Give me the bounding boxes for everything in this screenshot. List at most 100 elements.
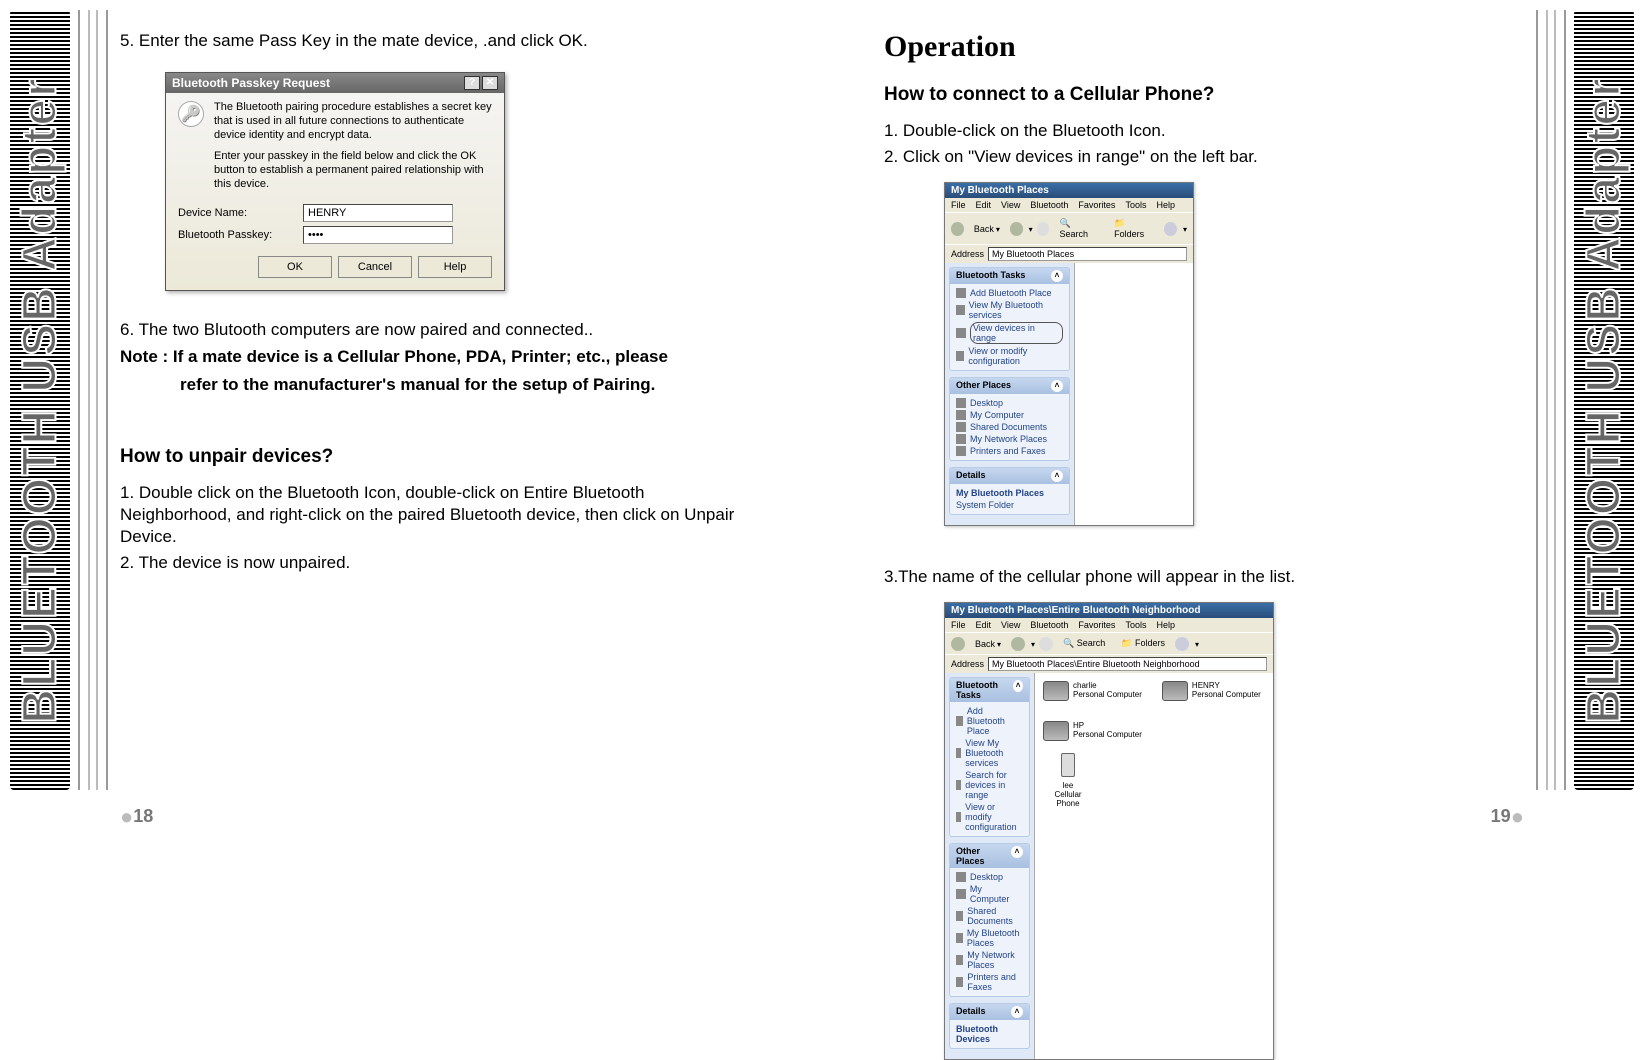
fig2-toolbar: Back 🔍 Search 📁 Folders <box>945 632 1273 654</box>
menu-item[interactable]: File <box>951 620 966 630</box>
forward-dropdown[interactable] <box>1029 639 1035 649</box>
help-button[interactable]: Help <box>418 256 492 278</box>
task-item[interactable]: Add Bluetooth Place <box>956 287 1063 299</box>
place-item[interactable]: My Bluetooth Places <box>956 927 1023 949</box>
task-item[interactable]: View My Bluetooth services <box>956 299 1063 321</box>
cell-step-2: 2. Click on "View devices in range" on t… <box>884 146 1514 168</box>
page-19: Operation How to connect to a Cellular P… <box>884 20 1524 860</box>
place-item[interactable]: Shared Documents <box>956 421 1063 433</box>
details-line: System Folder <box>956 499 1063 511</box>
forward-icon[interactable] <box>1011 637 1025 651</box>
menu-item[interactable]: Bluetooth <box>1030 200 1068 210</box>
back-icon[interactable] <box>951 222 964 236</box>
place-item[interactable]: Printers and Faxes <box>956 971 1023 993</box>
collapse-icon[interactable]: ˄ <box>1051 270 1063 282</box>
place-item[interactable]: Desktop <box>956 397 1063 409</box>
up-icon[interactable] <box>1037 222 1050 236</box>
menu-item[interactable]: Help <box>1156 200 1175 210</box>
views-icon[interactable] <box>1175 637 1189 651</box>
passkey-field[interactable] <box>303 226 453 244</box>
ok-button[interactable]: OK <box>258 256 332 278</box>
collapse-icon[interactable]: ˄ <box>1011 846 1023 858</box>
unpair-step-1: 1. Double click on the Bluetooth Icon, d… <box>120 482 750 548</box>
device-item[interactable]: charliePersonal Computer <box>1043 681 1142 701</box>
menu-item[interactable]: Favorites <box>1078 200 1115 210</box>
search-button[interactable]: 🔍 Search <box>1057 636 1111 651</box>
place-item[interactable]: My Computer <box>956 883 1023 905</box>
search-icon <box>956 328 966 338</box>
collapse-icon[interactable]: ˄ <box>1051 470 1063 482</box>
place-item[interactable]: Desktop <box>956 871 1023 883</box>
dialog-titlebar: Bluetooth Passkey Request ? ✕ <box>166 73 504 93</box>
panel-heading: Other Places <box>956 380 1011 392</box>
passkey-dialog: Bluetooth Passkey Request ? ✕ The Blueto… <box>165 72 505 291</box>
forward-dropdown[interactable] <box>1027 224 1033 234</box>
operation-title: Operation <box>884 30 1514 64</box>
task-item[interactable]: View My Bluetooth services <box>956 737 1023 769</box>
network-icon <box>956 955 963 965</box>
address-label: Address <box>951 659 984 669</box>
search-icon <box>956 780 961 790</box>
gear-icon <box>956 351 964 361</box>
cancel-button[interactable]: Cancel <box>338 256 412 278</box>
collapse-icon[interactable]: ˄ <box>1013 680 1023 692</box>
menu-item[interactable]: Tools <box>1125 200 1146 210</box>
search-button[interactable]: 🔍 Search <box>1053 216 1104 241</box>
menu-item[interactable]: Edit <box>976 200 992 210</box>
views-dropdown[interactable] <box>1193 639 1199 649</box>
place-item[interactable]: Shared Documents <box>956 905 1023 927</box>
close-titlebar-button[interactable]: ✕ <box>482 76 498 90</box>
task-item[interactable]: View or modify configuration <box>956 345 1063 367</box>
folder-icon <box>956 911 963 921</box>
printer-icon <box>956 977 963 987</box>
back-button[interactable]: Back <box>968 222 1006 236</box>
panel-heading: Details <box>956 470 986 482</box>
menu-item[interactable]: View <box>1001 620 1020 630</box>
fig1-content-pane <box>1075 263 1193 525</box>
views-icon[interactable] <box>1164 222 1177 236</box>
collapse-icon[interactable]: ˄ <box>1011 1006 1023 1018</box>
computer-icon <box>956 410 966 420</box>
back-button[interactable]: Back <box>969 637 1007 651</box>
device-name-field[interactable] <box>303 204 453 222</box>
place-icon <box>956 716 963 726</box>
device-item[interactable]: leeCellular Phone <box>1043 747 1093 808</box>
menu-item[interactable]: Help <box>1156 620 1175 630</box>
left-rule-decor <box>78 10 108 790</box>
right-rule-decor <box>1536 10 1566 790</box>
device-item[interactable]: HENRYPersonal Computer <box>1162 681 1261 701</box>
printer-icon <box>956 446 966 456</box>
up-icon[interactable] <box>1039 637 1053 651</box>
views-dropdown[interactable] <box>1181 224 1187 234</box>
menu-item[interactable]: Bluetooth <box>1030 620 1068 630</box>
task-item[interactable]: Add Bluetooth Place <box>956 705 1023 737</box>
computer-icon <box>956 889 966 899</box>
help-titlebar-button[interactable]: ? <box>464 76 480 90</box>
back-icon[interactable] <box>951 637 965 651</box>
menu-item[interactable]: Tools <box>1125 620 1146 630</box>
menu-item[interactable]: Favorites <box>1078 620 1115 630</box>
place-item[interactable]: My Network Places <box>956 949 1023 971</box>
place-item[interactable]: My Computer <box>956 409 1063 421</box>
folders-button[interactable]: 📁 Folders <box>1108 216 1160 241</box>
left-side-tab <box>10 10 70 790</box>
menu-item[interactable]: Edit <box>976 620 992 630</box>
computer-device-icon <box>1043 681 1069 701</box>
task-item[interactable]: View or modify configuration <box>956 801 1023 833</box>
menu-item[interactable]: File <box>951 200 966 210</box>
device-item[interactable]: HPPersonal Computer <box>1043 721 1142 741</box>
task-item[interactable]: Search for devices in range <box>956 769 1023 801</box>
page-number-19: 19● <box>1491 804 1524 830</box>
bluetooth-icon <box>956 933 963 943</box>
panel-heading: Bluetooth Tasks <box>956 680 1013 700</box>
menu-item[interactable]: View <box>1001 200 1020 210</box>
place-item[interactable]: Printers and Faxes <box>956 445 1063 457</box>
task-item[interactable]: View devices in range <box>956 321 1063 345</box>
address-field[interactable] <box>988 247 1187 261</box>
address-field[interactable] <box>988 657 1267 671</box>
forward-icon[interactable] <box>1010 222 1023 236</box>
page-number-18: ●18 <box>120 804 153 830</box>
place-item[interactable]: My Network Places <box>956 433 1063 445</box>
folders-button[interactable]: 📁 Folders <box>1115 636 1171 651</box>
collapse-icon[interactable]: ˄ <box>1051 380 1063 392</box>
